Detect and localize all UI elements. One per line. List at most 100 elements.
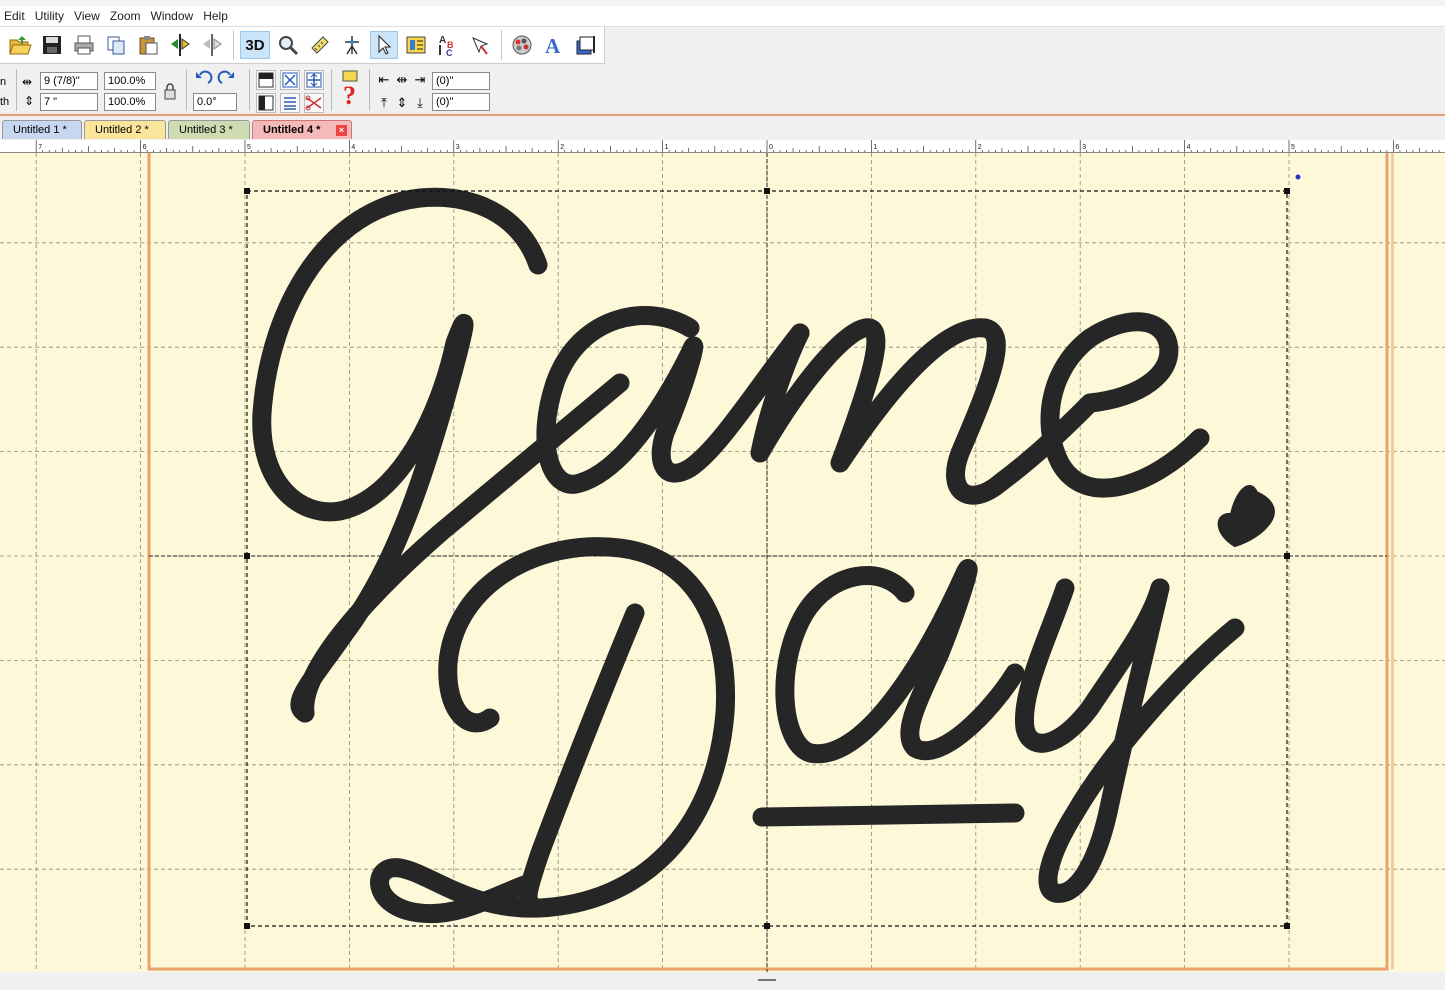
splitter-grip-icon[interactable] <box>758 979 776 981</box>
align-top-edge-icon[interactable]: ⤒ <box>374 93 394 113</box>
menu-zoom[interactable]: Zoom <box>108 9 149 23</box>
svg-text:C: C <box>446 48 453 57</box>
color-sort-icon[interactable] <box>466 31 494 59</box>
ruler-label: 6 <box>143 144 147 151</box>
height-scale-field[interactable]: 100.0% <box>104 93 156 111</box>
align-left-edge-icon[interactable]: ⇤ <box>374 70 394 90</box>
rotate-handle[interactable] <box>1295 174 1301 180</box>
print-icon[interactable] <box>70 31 98 59</box>
heart-motif <box>1217 485 1275 547</box>
ruler-label: 1 <box>873 144 877 151</box>
tab-untitled-3[interactable]: Untitled 3 * <box>168 120 250 139</box>
document-tabs: Untitled 1 * Untitled 2 * Untitled 3 * U… <box>0 118 1445 140</box>
aspect-lock-icon[interactable] <box>160 81 180 101</box>
ruler-label: 7 <box>38 144 42 151</box>
resize-handle[interactable] <box>244 923 250 929</box>
letter-m <box>750 318 1100 505</box>
height-field[interactable]: 7 " <box>40 93 98 111</box>
properties-icon[interactable] <box>402 31 430 59</box>
align-top-icon[interactable] <box>256 70 276 90</box>
ruler-label: 2 <box>978 144 982 151</box>
lettering-icon[interactable]: A <box>540 31 568 59</box>
3d-view-icon[interactable]: 3D <box>240 31 270 59</box>
ruler-ticks: 7 6 5 4 3 2 1 0 1 2 3 4 5 6 <box>35 140 1440 152</box>
split-icon[interactable] <box>304 93 324 113</box>
menu-bar: Edit Utility View Zoom Window Help <box>0 0 1445 26</box>
tab-untitled-2[interactable]: Untitled 2 * <box>84 120 166 139</box>
status-bar <box>0 972 1445 990</box>
fit-hoop-icon[interactable] <box>304 70 324 90</box>
letter-a2 <box>775 559 1025 764</box>
ruler-label: 5 <box>247 144 251 151</box>
list-align-icon[interactable] <box>280 93 300 113</box>
hoop-border <box>147 153 1389 971</box>
offset-x-field[interactable]: (0)" <box>432 72 490 90</box>
select-pointer-icon[interactable] <box>370 31 398 59</box>
close-tab-icon[interactable]: × <box>336 125 347 136</box>
open-folder-icon[interactable] <box>6 31 34 59</box>
menu-utility[interactable]: Utility <box>33 9 72 23</box>
save-icon[interactable] <box>38 31 66 59</box>
width-field[interactable]: 9 (7/8)" <box>40 72 98 90</box>
align-center-h-icon[interactable]: ⇹ <box>392 70 412 90</box>
ruler-label: 3 <box>456 144 460 151</box>
resize-handle[interactable] <box>1284 923 1290 929</box>
resize-handle[interactable] <box>1284 553 1290 559</box>
horizontal-ruler: 7 6 5 4 3 2 1 0 1 2 3 4 5 6 <box>0 140 1445 153</box>
resize-handle[interactable] <box>764 188 770 194</box>
letter-y-tail <box>1038 578 1245 903</box>
ruler-label: 0 <box>769 144 773 151</box>
menu-view[interactable]: View <box>72 9 108 23</box>
height-arrows-icon: ⇕ <box>24 94 35 108</box>
align-bottom-edge-icon[interactable]: ⤓ <box>410 93 430 113</box>
resize-handle[interactable] <box>244 553 250 559</box>
svg-text:A: A <box>545 34 561 56</box>
resize-handle[interactable] <box>764 923 770 929</box>
canvas-svg <box>0 153 1445 972</box>
menu-help[interactable]: Help <box>201 9 236 23</box>
mirror-horizontal-icon[interactable] <box>166 31 194 59</box>
tab-label: Untitled 1 * <box>13 124 67 136</box>
width-scale-field[interactable]: 100.0% <box>104 72 156 90</box>
zoom-icon[interactable] <box>274 31 302 59</box>
resize-handle[interactable] <box>1284 188 1290 194</box>
rotation-field[interactable]: 0.0° <box>193 93 237 111</box>
align-left-icon[interactable] <box>256 93 276 113</box>
resize-handle[interactable] <box>244 188 250 194</box>
tab-untitled-4[interactable]: Untitled 4 * × <box>252 120 352 139</box>
letter-text-icon[interactable]: ABC <box>434 31 462 59</box>
ruler-label: 1 <box>665 144 669 151</box>
align-right-edge-icon[interactable]: ⇥ <box>410 70 430 90</box>
align-center-v-icon[interactable]: ⇕ <box>392 93 412 113</box>
ruler-label: 2 <box>560 144 564 151</box>
offset-y-field[interactable]: (0)" <box>432 93 490 111</box>
tab-label: Untitled 2 * <box>95 124 149 136</box>
thread-palette-icon[interactable] <box>508 31 536 59</box>
hoop-icon[interactable] <box>572 31 600 59</box>
svg-text:?: ? <box>343 81 356 110</box>
help-info-icon[interactable]: ? <box>338 70 362 110</box>
height-label: th <box>0 96 10 108</box>
ruler-icon[interactable] <box>306 31 334 59</box>
menu-window[interactable]: Window <box>149 9 202 23</box>
menu-edit[interactable]: Edit <box>2 9 33 23</box>
letter-e <box>1040 312 1210 498</box>
ruler-label: 5 <box>1291 144 1295 151</box>
underline-stroke <box>752 803 1025 827</box>
mirror-vertical-icon[interactable] <box>198 31 226 59</box>
copy-icon[interactable] <box>102 31 130 59</box>
design-canvas[interactable] <box>0 153 1445 972</box>
letter-g-stroke <box>252 187 548 723</box>
rotate-right-icon[interactable] <box>217 69 237 89</box>
property-toolbar: n th ⇹ ⇕ 9 (7/8)" 7 " 100.0% 100.0% 0.0°… <box>0 64 1445 116</box>
svg-text:A: A <box>439 35 446 46</box>
tab-untitled-1[interactable]: Untitled 1 * <box>2 120 82 139</box>
fit-center-icon[interactable] <box>280 70 300 90</box>
toolbar-buttons: 3D ABC A <box>0 27 605 64</box>
paste-icon[interactable] <box>134 31 162 59</box>
stitch-player-icon[interactable] <box>338 31 366 59</box>
width-label: n <box>0 76 7 88</box>
rotate-left-icon[interactable] <box>193 69 213 89</box>
3d-view-label: 3D <box>245 36 265 54</box>
canvas-grid <box>0 153 1445 972</box>
